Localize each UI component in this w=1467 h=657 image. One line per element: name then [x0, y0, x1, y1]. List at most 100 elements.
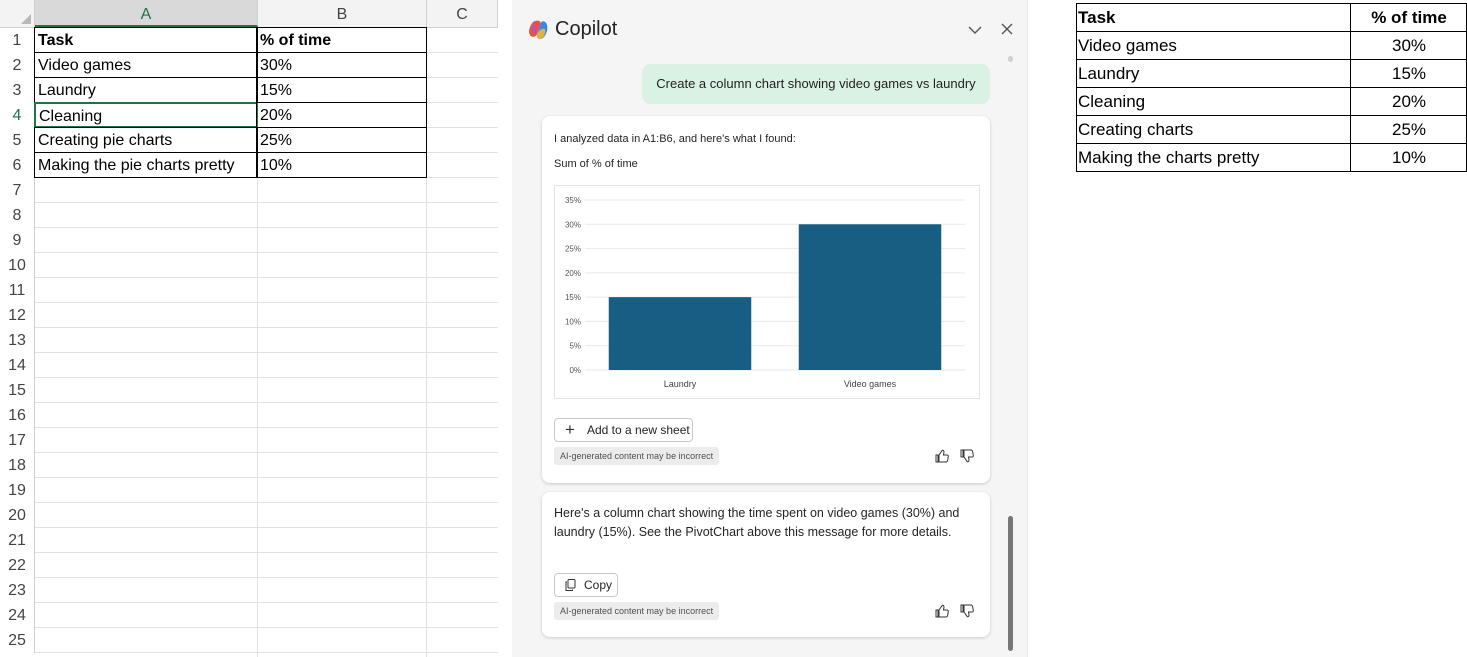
row-header-6[interactable]: 6 [0, 153, 35, 178]
y-tick-label: 25% [565, 245, 581, 254]
row-header-21[interactable]: 21 [0, 528, 35, 553]
cell-pct[interactable]: 25% [256, 127, 427, 153]
copy-button[interactable]: Copy [554, 573, 618, 597]
reply-intro-text: I analyzed data in A1:B6, and here's wha… [554, 133, 796, 145]
copilot-header: Copilot [512, 0, 1027, 56]
cell-pct[interactable]: 15% [256, 77, 427, 103]
reference-header-row: Task% of time [1076, 3, 1467, 32]
reference-task-cell: Cleaning [1076, 87, 1351, 116]
copy-icon [565, 579, 576, 591]
row-header-24[interactable]: 24 [0, 603, 35, 628]
reference-pct-cell: 25% [1350, 115, 1467, 144]
cell-task[interactable]: Making the pie charts pretty [34, 152, 258, 178]
chart-title: Sum of % of time [554, 158, 638, 170]
copilot-reply-card: I analyzed data in A1:B6, and here's wha… [542, 116, 990, 483]
chevron-down-icon[interactable] [967, 22, 983, 38]
y-tick-label: 5% [569, 342, 581, 351]
chart-bar[interactable] [608, 297, 752, 370]
cell-task[interactable]: Creating pie charts [34, 127, 258, 153]
row-header-17[interactable]: 17 [0, 428, 35, 453]
reference-row: Cleaning 20% [1076, 87, 1467, 116]
column-chart: 0% 5% 10% 15% 20% 25% 30% 35% Laundry Video games [565, 196, 965, 389]
y-tick-label: 15% [565, 293, 581, 302]
reference-table: Task% of time Video games 30% Laundry 15% Cle… [1076, 3, 1467, 172]
copilot-title: Copilot [555, 18, 618, 40]
row-header-19[interactable]: 19 [0, 478, 35, 503]
reference-task-cell: Making the charts pretty [1076, 143, 1351, 172]
row-header-14[interactable]: 14 [0, 353, 35, 378]
x-category-label: Laundry [664, 379, 697, 389]
summary-text: Here's a column chart showing the time s… [554, 506, 960, 539]
add-to-new-sheet-button[interactable]: + Add to a new sheet [554, 418, 693, 442]
copilot-pane: Copilot Create a column chart showing vi… [512, 0, 1028, 657]
select-all-icon [21, 14, 31, 24]
thumbs-up-icon[interactable] [935, 449, 949, 463]
reference-pct-cell: 10% [1350, 143, 1467, 172]
column-header-row: A B C [0, 0, 498, 28]
reference-pct-cell: 30% [1350, 31, 1467, 60]
reference-row: Creating charts 25% [1076, 115, 1467, 144]
reference-pct-cell: 15% [1350, 59, 1467, 88]
user-message-bubble: Create a column chart showing video game… [642, 64, 990, 104]
row-header-20[interactable]: 20 [0, 503, 35, 528]
row-header-23[interactable]: 23 [0, 578, 35, 603]
chart-bar[interactable] [798, 224, 942, 370]
reference-pct-cell: 20% [1350, 87, 1467, 116]
row-header-13[interactable]: 13 [0, 328, 35, 353]
reference-row: Video games 30% [1076, 31, 1467, 60]
reference-task-cell: Creating charts [1076, 115, 1351, 144]
row-header-8[interactable]: 8 [0, 203, 35, 228]
cell-grid[interactable]: Task% of time Video games 30% Laundry 15% Cle… [34, 27, 498, 657]
reference-pct-cell: % of time [1350, 3, 1467, 32]
column-header-a[interactable]: A [35, 0, 258, 27]
cell-pct[interactable]: 30% [256, 52, 427, 78]
thumbs-down-icon[interactable] [960, 449, 974, 463]
cell-header-pct[interactable]: % of time [256, 27, 427, 53]
row-header-4[interactable]: 4 [0, 103, 35, 128]
copilot-scroll-thumb[interactable] [1008, 516, 1013, 651]
copilot-logo-icon [529, 20, 548, 40]
row-header-16[interactable]: 16 [0, 403, 35, 428]
row-header-18[interactable]: 18 [0, 453, 35, 478]
column-header-c[interactable]: C [427, 0, 498, 27]
cell-header-task[interactable]: Task [34, 27, 258, 53]
y-tick-label: 35% [565, 196, 581, 205]
column-header-b[interactable]: B [258, 0, 427, 27]
y-tick-label: 30% [565, 220, 581, 229]
reference-task-cell: Video games [1076, 31, 1351, 60]
x-category-label: Video games [844, 379, 897, 389]
thumbs-down-icon[interactable] [960, 604, 974, 618]
row-header-22[interactable]: 22 [0, 553, 35, 578]
close-icon[interactable] [999, 21, 1015, 37]
cell-pct[interactable]: 10% [256, 152, 427, 178]
row-header-5[interactable]: 5 [0, 128, 35, 153]
spreadsheet: A B C 1 2 3 4 5 6 7 8 9 10 11 12 13 14 15 16 17 18 19 20 21 2… [0, 0, 498, 657]
plus-icon: + [565, 420, 575, 439]
row-header-10[interactable]: 10 [0, 253, 35, 278]
add-to-new-sheet-label: Add to a new sheet [587, 423, 690, 437]
thumbs-up-icon[interactable] [935, 604, 949, 618]
y-tick-label: 10% [565, 317, 581, 326]
ai-disclaimer-badge: AI-generated content may be incorrect [554, 602, 720, 620]
reference-row: Making the charts pretty 10% [1076, 143, 1467, 172]
y-tick-label: 0% [569, 366, 581, 375]
row-header-25[interactable]: 25 [0, 628, 35, 653]
row-header-3[interactable]: 3 [0, 78, 35, 103]
row-header-1[interactable]: 1 [0, 28, 35, 53]
cell-task[interactable]: Video games [34, 52, 258, 78]
row-header-12[interactable]: 12 [0, 303, 35, 328]
row-header-2[interactable]: 2 [0, 53, 35, 78]
cell-task[interactable]: Cleaning [34, 102, 258, 128]
copilot-scroll-top [1008, 56, 1013, 62]
ai-disclaimer-badge: AI-generated content may be incorrect [554, 447, 720, 465]
reference-row: Laundry 15% [1076, 59, 1467, 88]
cell-task[interactable]: Laundry [34, 77, 258, 103]
cell-pct[interactable]: 20% [256, 102, 427, 128]
reference-task-cell: Laundry [1076, 59, 1351, 88]
row-header-15[interactable]: 15 [0, 378, 35, 403]
row-header-11[interactable]: 11 [0, 278, 35, 303]
select-all-corner[interactable] [0, 0, 35, 27]
row-header-9[interactable]: 9 [0, 228, 35, 253]
row-header-7[interactable]: 7 [0, 178, 35, 203]
pivot-chart[interactable]: 0% 5% 10% 15% 20% 25% 30% 35% Laundry Video games [554, 185, 980, 399]
